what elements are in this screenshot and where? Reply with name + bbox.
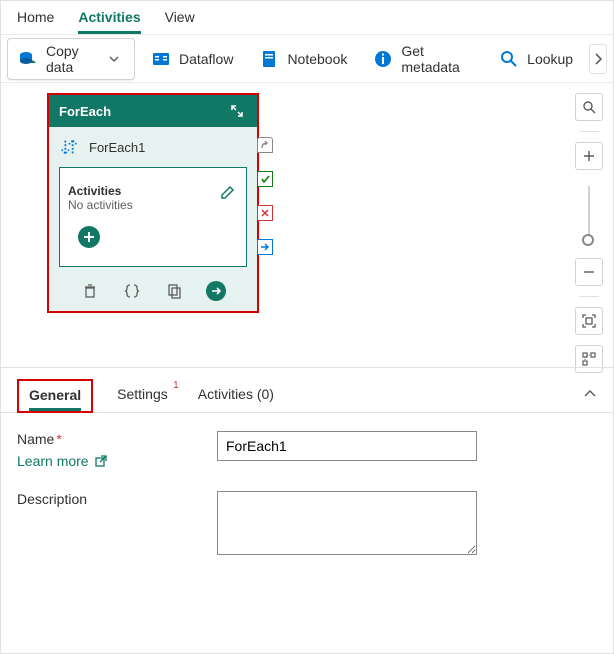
foreach-activity-card[interactable]: ForEach ForEach1 Activities No activitie… [49,95,257,311]
settings-badge: 1 [173,380,179,391]
top-tab-bar: Home Activities View [1,1,613,35]
name-field-group: Name* Learn more [17,431,217,469]
learn-more-link[interactable]: Learn more [17,453,217,469]
pipeline-canvas[interactable]: ForEach ForEach1 Activities No activitie… [1,83,613,367]
tab-settings[interactable]: Settings 1 [111,378,174,412]
zoom-out-button[interactable] [575,258,603,286]
name-input[interactable] [217,431,477,461]
ribbon-scroll-right-button[interactable] [589,44,607,74]
port-completion[interactable] [257,239,273,255]
foreach-instance-name: ForEach1 [89,140,145,155]
tab-activities-count[interactable]: Activities (0) [192,378,280,412]
canvas-search-button[interactable] [575,93,603,121]
learn-more-label: Learn more [17,453,89,469]
collapse-panel-button[interactable] [583,387,597,404]
lookup-button[interactable]: Lookup [489,45,583,73]
copy-data-label: Copy data [46,43,96,75]
dataflow-button[interactable]: Dataflow [141,45,243,73]
lookup-label: Lookup [527,51,573,67]
zoom-in-button[interactable] [575,142,603,170]
port-success[interactable] [257,171,273,187]
chevron-down-icon [104,49,124,69]
foreach-card-header[interactable]: ForEach [49,95,257,127]
general-properties-panel: Name* Learn more Description [1,413,613,576]
zoom-slider-track[interactable] [588,186,590,242]
delete-icon[interactable] [80,281,100,301]
info-icon [373,49,393,69]
port-skip[interactable] [257,137,273,153]
dataflow-icon [151,49,171,69]
foreach-activities-container[interactable]: Activities No activities [59,167,247,267]
canvas-tool-column [575,93,603,373]
name-input-cell [217,431,597,461]
divider [579,131,599,132]
name-label: Name [17,431,54,447]
run-icon[interactable] [206,281,226,301]
pencil-icon[interactable] [218,182,238,202]
tab-activities[interactable]: Activities [78,9,140,34]
description-label: Description [17,491,217,507]
ribbon-toolbar: Copy data Dataflow Notebook Get metadata… [1,35,613,83]
notebook-button[interactable]: Notebook [249,45,357,73]
get-metadata-button[interactable]: Get metadata [363,39,483,79]
activities-empty-text: No activities [68,198,133,212]
tab-general-label: General [29,387,81,403]
tab-view[interactable]: View [165,9,195,34]
copy-data-button[interactable]: Copy data [7,38,135,80]
external-link-icon [95,455,107,467]
foreach-type-label: ForEach [59,104,111,119]
foreach-title-row: ForEach1 [49,127,257,163]
braces-icon[interactable] [122,281,142,301]
description-textarea[interactable] [217,491,477,555]
divider [579,296,599,297]
port-failure[interactable]: ✕ [257,205,273,221]
activity-output-ports: ✕ [257,137,273,255]
copy-icon[interactable] [164,281,184,301]
add-activity-button[interactable] [78,226,100,248]
foreach-activity-selection: ForEach ForEach1 Activities No activitie… [47,93,259,313]
search-icon [499,49,519,69]
tab-settings-label: Settings [117,386,168,402]
tab-underline [29,408,81,411]
get-metadata-label: Get metadata [401,43,473,75]
tab-home[interactable]: Home [17,9,54,34]
activity-action-toolbar [49,275,257,311]
properties-tab-bar: General Settings 1 Activities (0) [1,367,613,413]
notebook-icon [259,49,279,69]
description-input-cell [217,491,597,558]
zoom-slider-handle[interactable] [582,234,594,246]
notebook-label: Notebook [287,51,347,67]
fit-to-screen-button[interactable] [575,307,603,335]
foreach-icon [59,137,79,157]
tab-general[interactable]: General [17,379,93,413]
required-asterisk: * [56,431,61,447]
dataflow-label: Dataflow [179,51,233,67]
expand-icon[interactable] [227,101,247,121]
copy-data-icon [18,49,38,69]
activities-heading: Activities [68,184,121,198]
